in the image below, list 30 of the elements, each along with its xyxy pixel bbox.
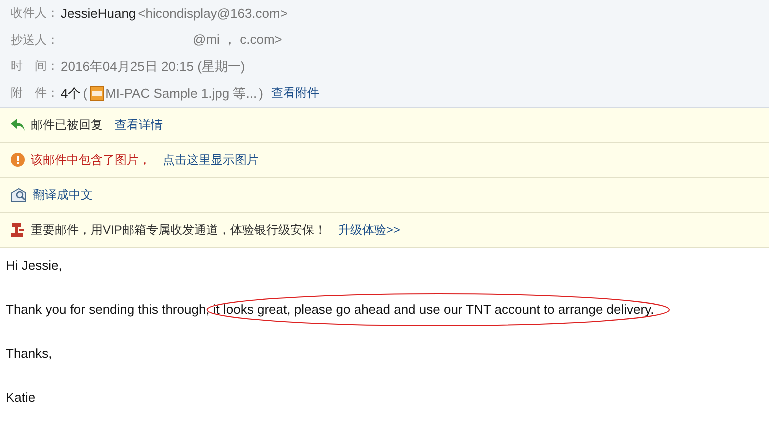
notice-text: 该邮件中包含了图片， [31,152,151,168]
reply-arrow-icon [11,119,25,131]
field-label: 时 间： [11,58,59,76]
message-text: Katie [6,390,36,405]
cc-address: @mi ， c.com> [193,31,282,50]
notice-link[interactable]: 点击这里显示图片 [163,152,259,168]
notice-link[interactable]: 翻译成中文 [33,186,93,204]
view-attachments-link[interactable]: 查看附件 [271,85,320,102]
sent-time: 2016年04月25日 20:15 (星期一) [61,58,246,76]
notice-link[interactable]: 查看详情 [115,116,163,134]
recipient-address: <hicondisplay@163.com> [138,6,288,21]
translate-icon [11,188,27,202]
warning-icon [11,153,25,167]
field-label: 抄送人： [11,32,59,49]
paren: ( [83,86,88,102]
field-label: 附 件： [11,85,59,102]
recipient-name: JessieHuang [61,6,136,21]
notice-text: 邮件已被回复 [31,116,103,134]
message-text: it looks great, please go ahead and use our TNT account to arrange delivery. [213,302,654,317]
paren: ) [259,86,264,102]
field-label: 收件人： [11,4,59,22]
stamp-icon [11,223,25,237]
notice-text: 重要邮件，用VIP邮箱专属收发通道，体验银行级安保！ [31,222,326,238]
message-text: Thanks, [6,346,52,361]
message-text: Hi Jessie, [6,258,62,273]
message-text: Thank you for sending this through, [6,302,210,317]
attachment-name: MI-PAC Sample 1.jpg 等... [106,84,258,103]
jpg-file-icon [90,86,104,102]
notice-link[interactable]: 升级体验>> [338,222,400,238]
attachment-count: 4个 [61,84,82,103]
